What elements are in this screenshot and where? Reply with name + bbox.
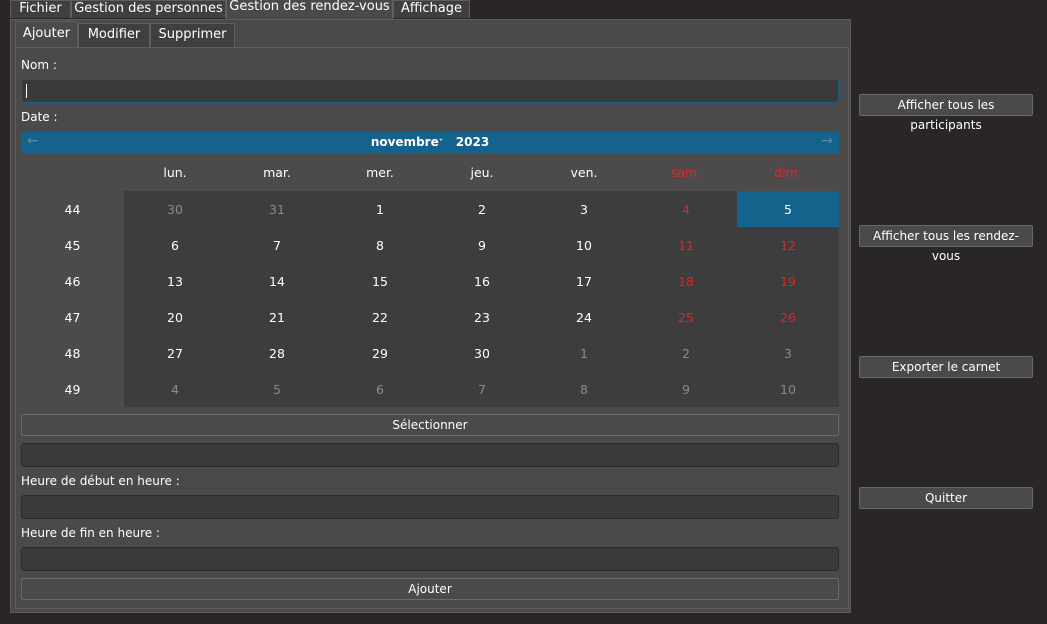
calendar-day[interactable]: 1 — [533, 346, 635, 361]
calendar-day[interactable]: 7 — [226, 238, 328, 253]
weekday-header: lun. — [163, 165, 187, 180]
tab-affichage[interactable]: Affichage — [393, 0, 470, 18]
calendar-day[interactable]: 8 — [329, 238, 431, 253]
calendar-day[interactable]: 8 — [533, 382, 635, 397]
calendar-header: ← novembreˇ 2023 → — [21, 132, 839, 154]
calendar-day[interactable]: 18 — [635, 274, 737, 289]
calendar-day[interactable]: 14 — [226, 274, 328, 289]
tab-ajouter[interactable]: Ajouter — [15, 21, 78, 48]
week-number: 47 — [64, 310, 81, 325]
weekday-header: mar. — [263, 165, 291, 180]
calendar-day[interactable]: 25 — [635, 310, 737, 325]
calendar-day[interactable]: 31 — [226, 202, 328, 217]
tab-modifier[interactable]: Modifier — [78, 23, 150, 47]
calendar-day[interactable]: 16 — [431, 274, 533, 289]
calendar-day[interactable]: 6 — [329, 382, 431, 397]
weekday-header: dim. — [774, 165, 802, 180]
calendar-day[interactable]: 22 — [329, 310, 431, 325]
calendar-day[interactable]: 10 — [737, 382, 839, 397]
tab-fichier[interactable]: Fichier — [10, 0, 71, 18]
calendar-day[interactable]: 12 — [737, 238, 839, 253]
select-date-button[interactable]: Sélectionner — [21, 414, 839, 436]
calendar-day[interactable]: 19 — [737, 274, 839, 289]
week-number: 49 — [64, 382, 81, 397]
calendar-day[interactable]: 3 — [533, 202, 635, 217]
calendar-day[interactable]: 24 — [533, 310, 635, 325]
calendar-day[interactable]: 20 — [124, 310, 226, 325]
week-number: 45 — [64, 238, 81, 253]
calendar-day[interactable]: 2 — [431, 202, 533, 217]
calendar-day[interactable]: 27 — [124, 346, 226, 361]
quit-button[interactable]: Quitter — [859, 487, 1033, 509]
calendar-day[interactable]: 5 — [226, 382, 328, 397]
calendar-day[interactable]: 2 — [635, 346, 737, 361]
tab-gestion-personnes[interactable]: Gestion des personnes — [71, 0, 226, 18]
week-number: 48 — [64, 346, 81, 361]
calendar-month-year[interactable]: novembreˇ 2023 — [21, 135, 839, 149]
add-appointment-button[interactable]: Ajouter — [21, 578, 839, 600]
calendar-day[interactable]: 6 — [124, 238, 226, 253]
calendar-day[interactable]: 15 — [329, 274, 431, 289]
calendar-day[interactable]: 30 — [124, 202, 226, 217]
calendar-day[interactable]: 7 — [431, 382, 533, 397]
start-time-input[interactable] — [21, 495, 839, 519]
weekday-header: jeu. — [470, 165, 494, 180]
calendar-day[interactable]: 29 — [329, 346, 431, 361]
text-caret — [26, 84, 27, 98]
calendar-day[interactable]: 1 — [329, 202, 431, 217]
selected-date-field[interactable] — [21, 443, 839, 467]
start-time-label: Heure de début en heure : — [21, 474, 180, 488]
calendar-day[interactable]: 17 — [533, 274, 635, 289]
calendar-day[interactable]: 11 — [635, 238, 737, 253]
show-participants-button[interactable]: Afficher tous les participants — [859, 94, 1033, 132]
tab-supprimer[interactable]: Supprimer — [150, 23, 235, 47]
name-input[interactable] — [21, 79, 839, 103]
calendar-day[interactable]: 9 — [635, 382, 737, 397]
calendar-month[interactable]: novembre — [371, 135, 439, 149]
export-notebook-button[interactable]: Exporter le carnet — [859, 356, 1033, 378]
tab-gestion-rendez-vous[interactable]: Gestion des rendez-vous — [226, 0, 393, 19]
weekday-header: ven. — [570, 165, 598, 180]
end-time-label: Heure de fin en heure : — [21, 526, 160, 540]
show-appointments-button[interactable]: Afficher tous les rendez-vous — [859, 225, 1033, 263]
arrow-right-icon[interactable]: → — [821, 133, 833, 149]
name-label: Nom : — [21, 58, 57, 72]
calendar-day[interactable]: 21 — [226, 310, 328, 325]
calendar-day[interactable]: 26 — [737, 310, 839, 325]
calendar-day[interactable]: 3 — [737, 346, 839, 361]
calendar-day[interactable]: 4 — [635, 202, 737, 217]
calendar-day[interactable]: 5 — [737, 202, 839, 217]
calendar-day[interactable]: 28 — [226, 346, 328, 361]
calendar-year[interactable]: 2023 — [456, 135, 489, 149]
weekday-header: mer. — [366, 165, 394, 180]
calendar-day[interactable]: 9 — [431, 238, 533, 253]
calendar-day[interactable]: 4 — [124, 382, 226, 397]
week-number: 44 — [64, 202, 81, 217]
end-time-input[interactable] — [21, 547, 839, 571]
calendar-day[interactable]: 10 — [533, 238, 635, 253]
week-number: 46 — [64, 274, 81, 289]
calendar-day[interactable]: 30 — [431, 346, 533, 361]
main-tab-bar: Fichier Gestion des personnes Gestion de… — [0, 0, 1047, 19]
calendar-day[interactable]: 23 — [431, 310, 533, 325]
date-label: Date : — [21, 110, 58, 124]
weekday-header: sam. — [670, 165, 702, 180]
calendar-day[interactable]: 13 — [124, 274, 226, 289]
